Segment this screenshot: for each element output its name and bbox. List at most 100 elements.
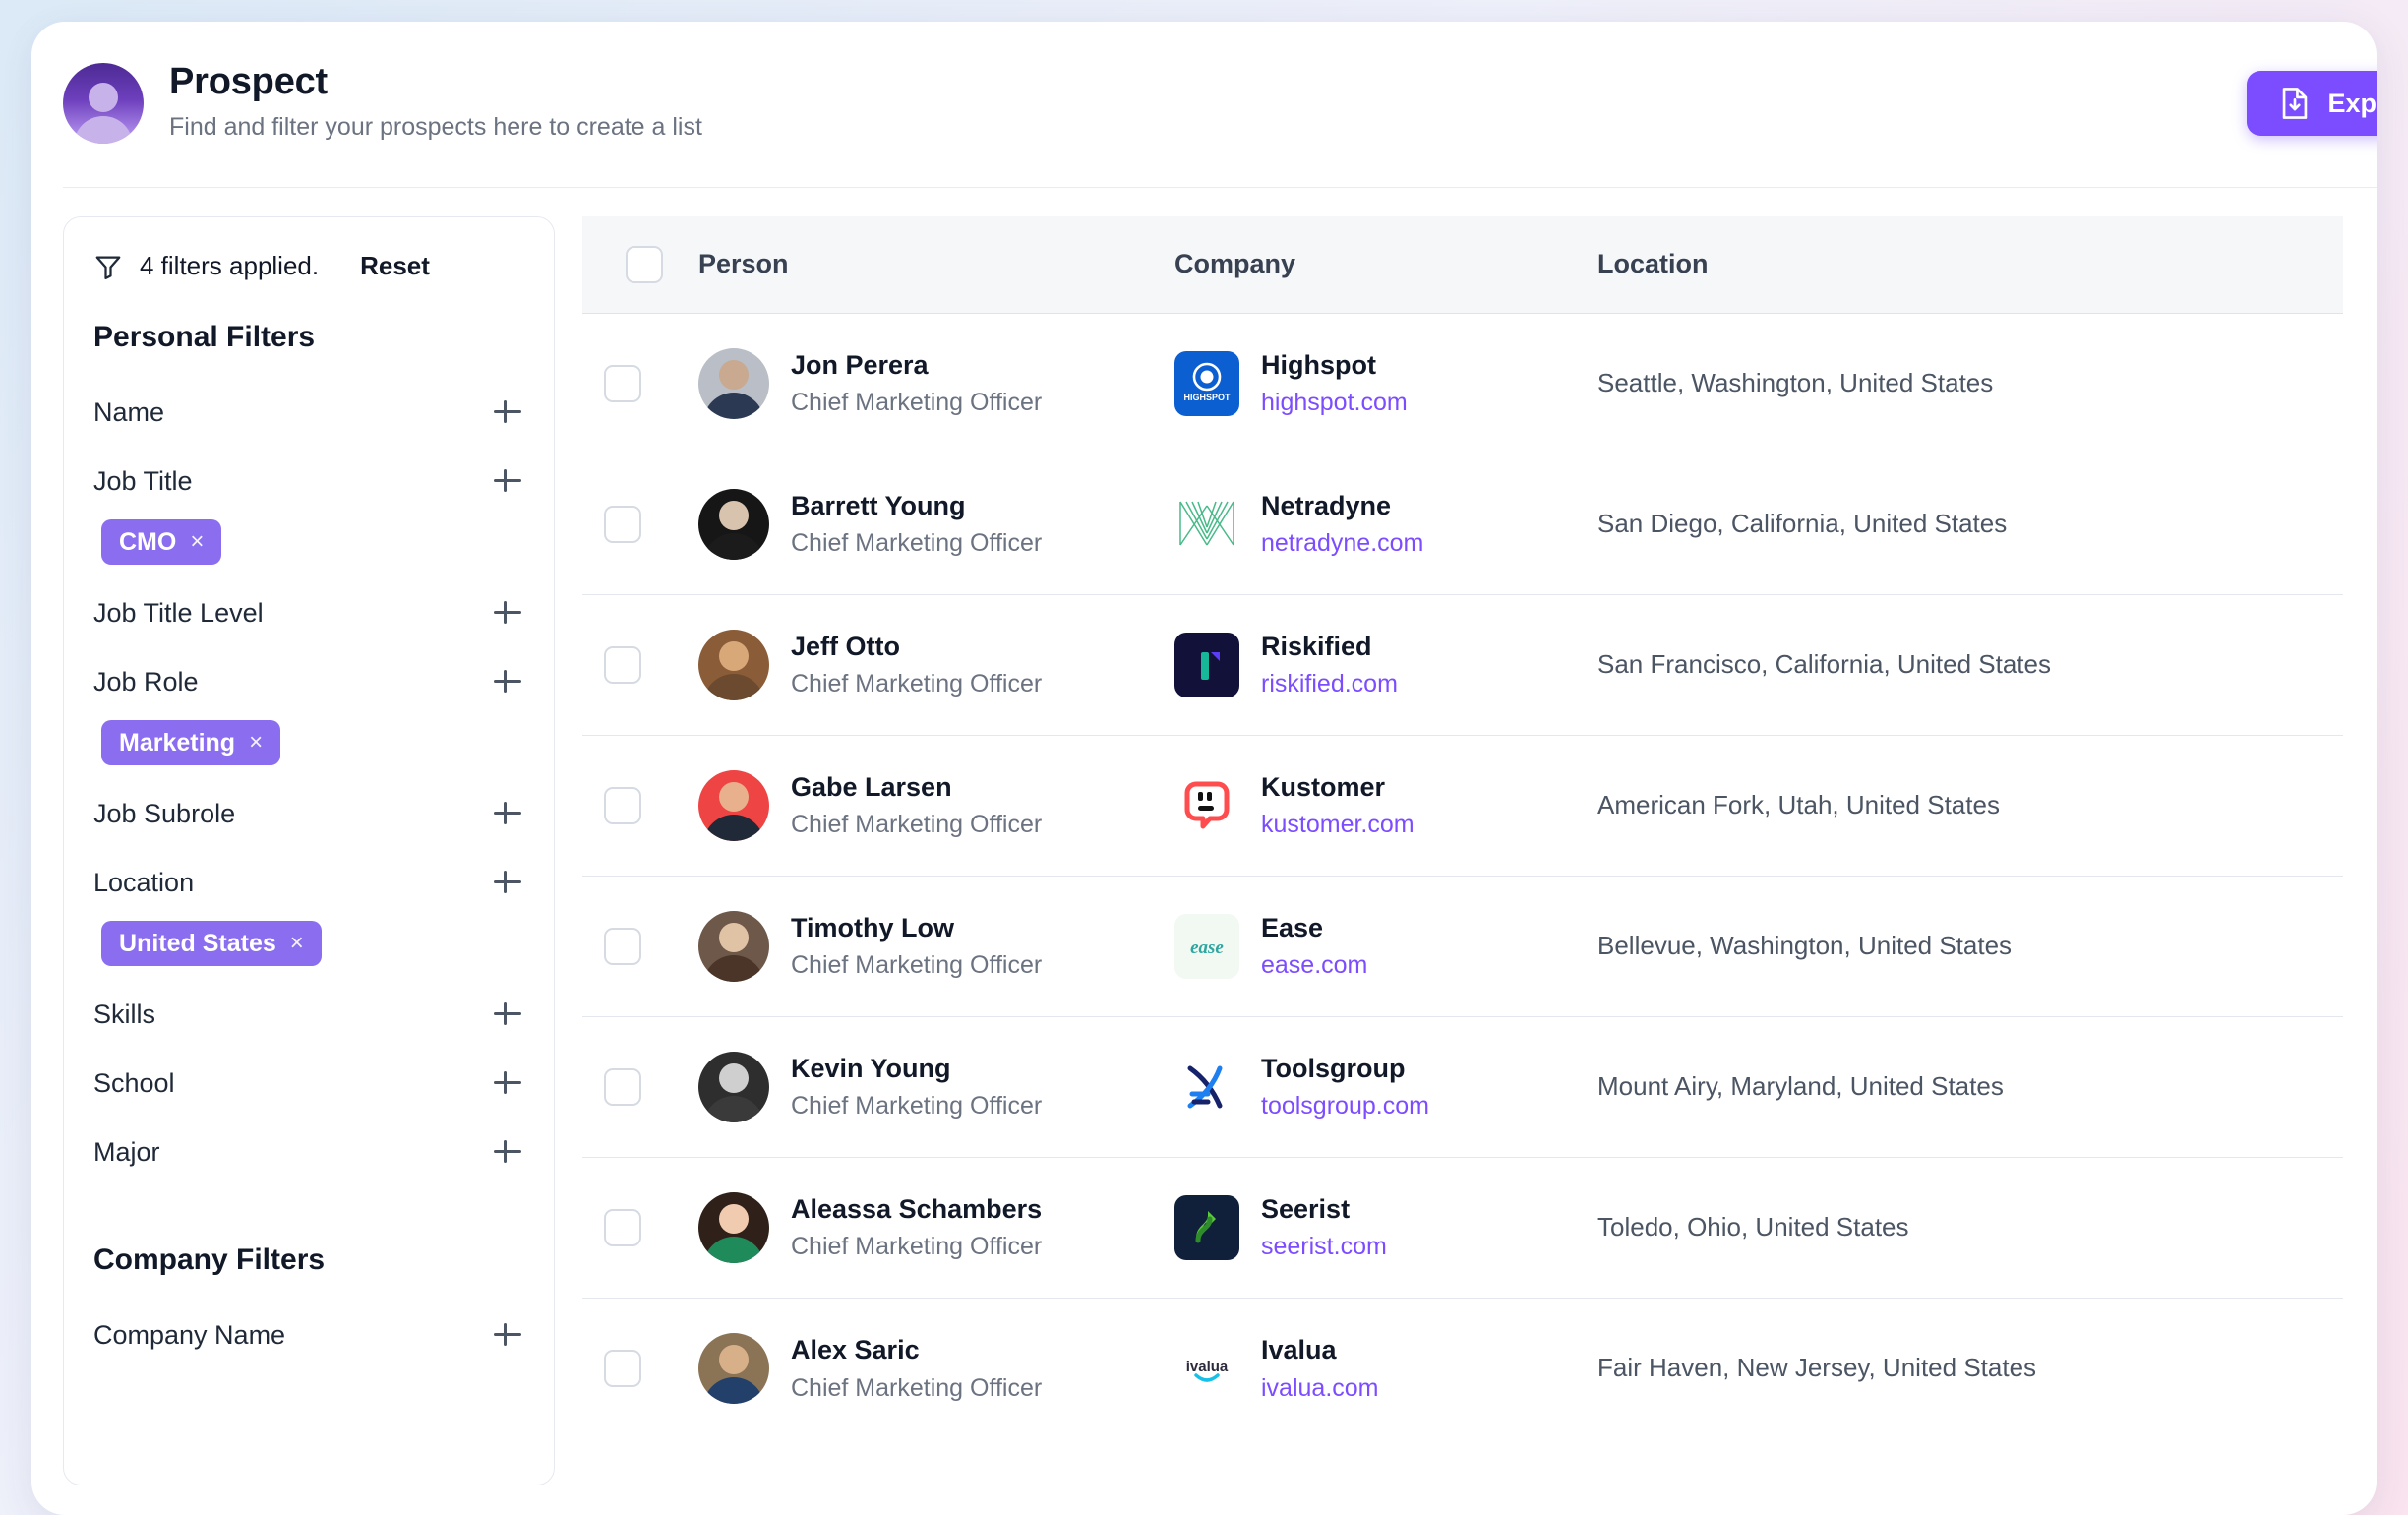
company-domain-link[interactable]: kustomer.com — [1261, 810, 1415, 839]
add-filter-button[interactable] — [491, 395, 524, 429]
svg-text:ease: ease — [1190, 938, 1224, 958]
company-name: Seerist — [1261, 1193, 1351, 1224]
location-text: San Francisco, California, United States — [1597, 649, 2051, 679]
table-row[interactable]: Gabe Larsen Chief Marketing Officer Kust… — [582, 735, 2343, 877]
filter-row-skills[interactable]: Skills — [93, 998, 524, 1031]
person-cell: Alex Saric Chief Marketing Officer — [683, 1298, 1174, 1438]
funnel-icon — [93, 252, 123, 281]
table-row[interactable]: Jeff Otto Chief Marketing Officer Riskif… — [582, 594, 2343, 736]
add-filter-button[interactable] — [491, 866, 524, 899]
filters-applied-text: 4 filters applied. — [140, 251, 320, 280]
filter-label: Job Title Level — [93, 597, 264, 628]
company-domain-link[interactable]: ivalua.com — [1261, 1373, 1379, 1403]
row-select-cell — [582, 594, 683, 736]
table-row[interactable]: Jon Perera Chief Marketing Officer HIGHS… — [582, 313, 2343, 454]
row-checkbox[interactable] — [604, 1349, 641, 1387]
company-cell: Seerist seerist.com — [1174, 1157, 1597, 1299]
filter-row-name[interactable]: Name — [93, 395, 524, 429]
filter-row-school[interactable]: School — [93, 1066, 524, 1100]
row-checkbox[interactable] — [604, 645, 641, 684]
avatar — [698, 769, 769, 841]
filter-chip-marketing[interactable]: Marketing × — [101, 720, 281, 765]
row-checkbox[interactable] — [604, 1208, 641, 1246]
chip-remove-icon[interactable]: × — [249, 729, 263, 757]
riskified-logo — [1174, 632, 1239, 697]
filter-row-job-title-level[interactable]: Job Title Level — [93, 596, 524, 630]
add-filter-button[interactable] — [491, 797, 524, 830]
company-cell: Toolsgroup toolsgroup.com — [1174, 1016, 1597, 1158]
add-filter-button[interactable] — [491, 596, 524, 630]
filter-label: Major — [93, 1136, 160, 1167]
avatar — [698, 1051, 769, 1122]
avatar — [698, 910, 769, 982]
location-cell: Seattle, Washington, United States — [1597, 313, 2343, 454]
reset-filters-button[interactable]: Reset — [360, 251, 430, 281]
table-header: Person Company Location — [582, 216, 2343, 314]
filter-row-job-role[interactable]: Job Role — [93, 665, 524, 698]
company-filters-heading: Company Filters — [93, 1243, 326, 1276]
row-checkbox[interactable] — [604, 786, 641, 824]
column-header-person[interactable]: Person — [683, 216, 1174, 314]
location-cell: Fair Haven, New Jersey, United States — [1597, 1298, 2343, 1438]
company-domain-link[interactable]: seerist.com — [1261, 1232, 1387, 1261]
row-checkbox[interactable] — [604, 364, 641, 402]
person-name: Timothy Low — [791, 912, 954, 942]
chip-wrap: United States × — [93, 921, 524, 998]
company-cell: Netradyne netradyne.com — [1174, 454, 1597, 595]
location-text: Fair Haven, New Jersey, United States — [1597, 1353, 2037, 1383]
chip-remove-icon[interactable]: × — [290, 930, 304, 957]
person-role: Chief Marketing Officer — [791, 951, 1043, 980]
row-checkbox[interactable] — [604, 1067, 641, 1106]
person-cell: Gabe Larsen Chief Marketing Officer — [683, 735, 1174, 877]
table-row[interactable]: Barrett Young Chief Marketing Officer Ne… — [582, 454, 2343, 595]
location-text: Toledo, Ohio, United States — [1597, 1212, 1909, 1242]
company-name: Toolsgroup — [1261, 1053, 1406, 1083]
company-domain-link[interactable]: toolsgroup.com — [1261, 1091, 1429, 1121]
filter-row-job-subrole[interactable]: Job Subrole — [93, 797, 524, 830]
filter-label: Skills — [93, 999, 156, 1029]
row-checkbox[interactable] — [604, 505, 641, 543]
filter-chip-united-states[interactable]: United States × — [101, 921, 322, 966]
company-domain-link[interactable]: highspot.com — [1261, 388, 1408, 417]
table-row[interactable]: Kevin Young Chief Marketing Officer Tool… — [582, 1016, 2343, 1158]
highspot-logo: HIGHSPOT — [1174, 350, 1239, 416]
add-filter-button[interactable] — [491, 1135, 524, 1169]
location-cell: Bellevue, Washington, United States — [1597, 876, 2343, 1017]
row-checkbox[interactable] — [604, 927, 641, 965]
add-filter-button[interactable] — [491, 998, 524, 1031]
add-filter-button[interactable] — [491, 1066, 524, 1100]
company-domain-link[interactable]: ease.com — [1261, 950, 1367, 980]
company-domain-link[interactable]: riskified.com — [1261, 669, 1398, 698]
filter-label: Company Name — [93, 1319, 286, 1350]
select-all-checkbox[interactable] — [626, 245, 663, 283]
person-role: Chief Marketing Officer — [791, 1233, 1043, 1261]
table-row[interactable]: Aleassa Schambers Chief Marketing Office… — [582, 1157, 2343, 1299]
filter-chip-cmo[interactable]: CMO × — [101, 519, 222, 565]
column-header-company[interactable]: Company — [1174, 216, 1597, 314]
filter-row-company-name[interactable]: Company Name — [93, 1318, 524, 1352]
app-card: Prospect Find and filter your prospects … — [31, 22, 2377, 1515]
row-select-cell — [582, 313, 683, 454]
filter-row-major[interactable]: Major — [93, 1135, 524, 1169]
add-filter-button[interactable] — [491, 464, 524, 498]
table-row[interactable]: Timothy Low Chief Marketing Officer ease — [582, 876, 2343, 1017]
location-text: Bellevue, Washington, United States — [1597, 931, 2013, 960]
person-role: Chief Marketing Officer — [791, 389, 1043, 417]
company-name: Ease — [1261, 912, 1324, 942]
row-select-cell — [582, 876, 683, 1017]
body-area: 4 filters applied. Reset Personal Filter… — [31, 187, 2377, 1515]
app-header: Prospect Find and filter your prospects … — [31, 22, 2377, 187]
add-filter-button[interactable] — [491, 665, 524, 698]
filter-panel: 4 filters applied. Reset Personal Filter… — [63, 216, 555, 1485]
add-filter-button[interactable] — [491, 1318, 524, 1352]
export-button[interactable]: Export — [2247, 71, 2377, 136]
table-row[interactable]: Alex Saric Chief Marketing Officer ivalu… — [582, 1298, 2343, 1438]
chip-remove-icon[interactable]: × — [190, 528, 204, 556]
company-name: Kustomer — [1261, 771, 1386, 802]
company-domain-link[interactable]: netradyne.com — [1261, 528, 1423, 558]
filter-row-job-title[interactable]: Job Title — [93, 464, 524, 498]
person-name: Jeff Otto — [791, 631, 900, 661]
location-cell: Mount Airy, Maryland, United States — [1597, 1016, 2343, 1158]
filter-row-location[interactable]: Location — [93, 866, 524, 899]
column-header-location[interactable]: Location — [1597, 216, 2343, 314]
